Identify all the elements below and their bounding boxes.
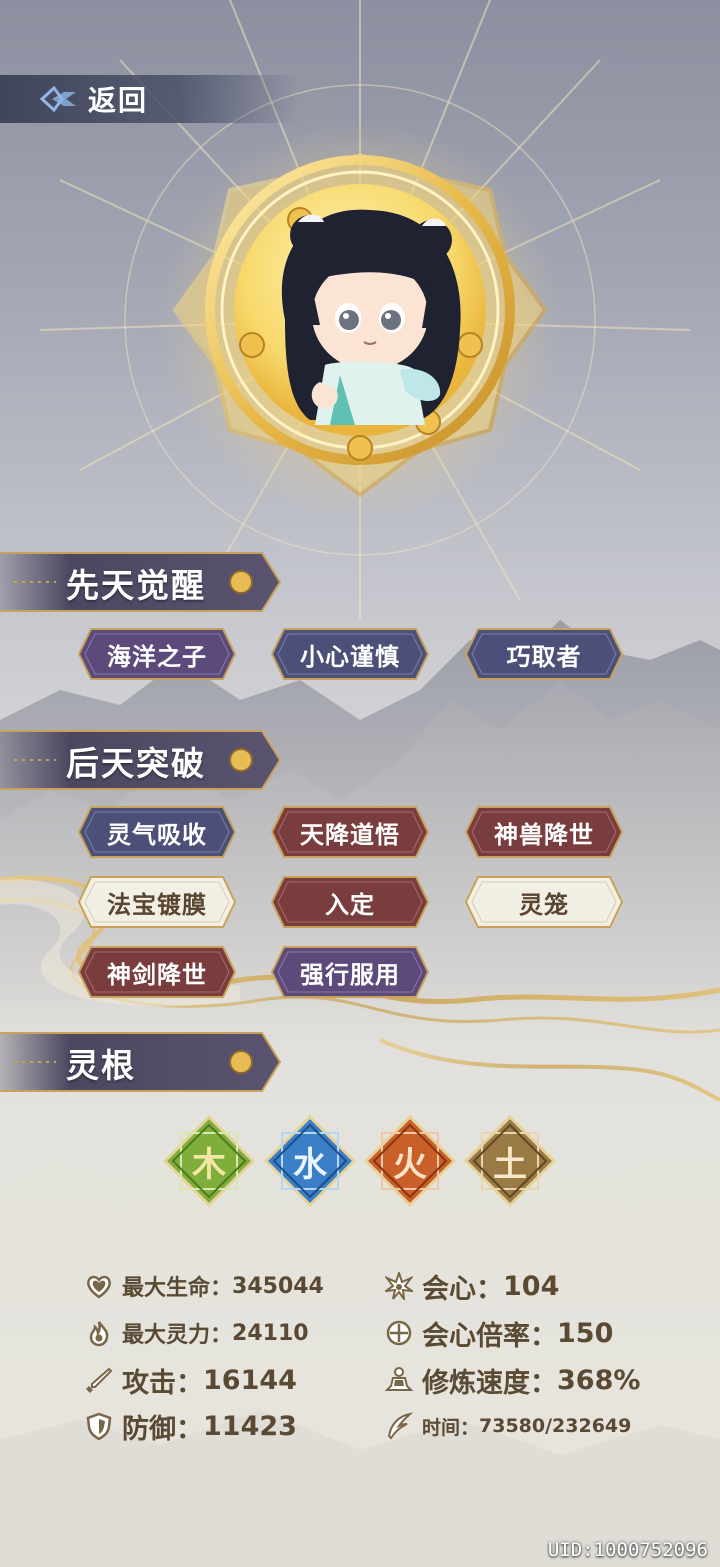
- target-icon: [384, 1318, 414, 1348]
- meditation-icon: [384, 1365, 414, 1395]
- innate-tag-2[interactable]: 小心谨慎: [270, 627, 430, 681]
- stat-label: 会心：: [422, 1273, 503, 1305]
- stat-value: 345044: [232, 1273, 324, 1299]
- stat-crit: 会心： 104: [384, 1266, 559, 1306]
- acquired-tag-5[interactable]: 入定: [270, 875, 430, 929]
- stat-value: 73580/232649: [479, 1415, 632, 1437]
- stat-crit-rate: 会心倍率： 150: [384, 1313, 613, 1353]
- back-arrow-icon: [32, 75, 84, 123]
- innate-tag-1[interactable]: 海洋之子: [77, 627, 237, 681]
- stat-label: 最大生命：: [122, 1276, 233, 1301]
- acquired-tag-label: 强行服用: [300, 960, 400, 989]
- stat-value: 104: [503, 1270, 560, 1302]
- stat-label: 攻击：: [122, 1367, 203, 1399]
- character-portrait[interactable]: [160, 150, 560, 510]
- acquired-tag-4[interactable]: 法宝镀膜: [77, 875, 237, 929]
- innate-tag-label: 巧取者: [506, 642, 582, 671]
- stat-label: 防御：: [122, 1413, 203, 1445]
- acquired-tag-label: 神兽降世: [494, 820, 594, 849]
- innate-tag-label: 海洋之子: [107, 642, 207, 671]
- stat-label: 会心倍率：: [422, 1320, 557, 1352]
- acquired-tag-label: 天降道悟: [300, 820, 400, 849]
- stat-value: 368%: [557, 1364, 641, 1396]
- section-spirit-root-title: 灵根: [66, 1046, 136, 1085]
- acquired-tag-label: 神剑降世: [107, 960, 207, 989]
- section-acquired-title: 后天突破: [66, 744, 206, 783]
- stat-cultivation-speed: 修炼速度： 368%: [384, 1360, 640, 1400]
- user-id: UID:1000752096: [547, 1539, 708, 1561]
- fire-element-icon[interactable]: 火: [363, 1114, 457, 1208]
- earth-element-icon[interactable]: 土: [463, 1114, 557, 1208]
- stat-label: 最大灵力：: [122, 1323, 233, 1348]
- acquired-tag-7[interactable]: 神剑降世: [77, 945, 237, 999]
- element-char: 木: [192, 1144, 226, 1185]
- shield-icon: [84, 1411, 114, 1441]
- stat-attack: 攻击： 16144: [84, 1360, 297, 1400]
- acquired-tag-3[interactable]: 神兽降世: [464, 805, 624, 859]
- stat-defense: 防御： 11423: [84, 1406, 297, 1446]
- innate-tag-label: 小心谨慎: [300, 642, 400, 671]
- acquired-tag-label: 灵笼: [519, 890, 569, 919]
- acquired-tag-6[interactable]: 灵笼: [464, 875, 624, 929]
- acquired-tag-2[interactable]: 天降道悟: [270, 805, 430, 859]
- flame-icon: [84, 1318, 114, 1348]
- stat-label: 修炼速度：: [422, 1367, 557, 1399]
- section-innate-title: 先天觉醒: [66, 566, 206, 605]
- stat-label: 时间：: [422, 1416, 480, 1439]
- section-acquired-banner: 后天突破: [0, 729, 282, 791]
- portrait-frame: [172, 152, 548, 498]
- stat-value: 16144: [203, 1364, 297, 1396]
- sword-icon: [84, 1365, 114, 1395]
- section-innate-banner: 先天觉醒: [0, 551, 282, 613]
- stat-max-hp: 最大生命： 345044: [84, 1266, 324, 1306]
- acquired-tag-label: 入定: [325, 890, 375, 919]
- feather-icon: [384, 1411, 414, 1441]
- back-label: 返回: [88, 84, 149, 117]
- acquired-tag-1[interactable]: 灵气吸收: [77, 805, 237, 859]
- acquired-tag-label: 法宝镀膜: [107, 890, 207, 919]
- acquired-tag-label: 灵气吸收: [107, 820, 207, 849]
- stat-value: 24110: [232, 1320, 309, 1346]
- section-spirit-root-banner: 灵根: [0, 1031, 282, 1093]
- element-char: 土: [493, 1144, 527, 1185]
- stat-time: 时间： 73580/232649: [384, 1406, 631, 1446]
- stat-value: 11423: [203, 1410, 297, 1442]
- burst-icon: [384, 1271, 414, 1301]
- water-element-icon[interactable]: 水: [263, 1114, 357, 1208]
- stat-max-spirit: 最大灵力： 24110: [84, 1313, 309, 1353]
- element-char: 水: [293, 1144, 327, 1185]
- back-button[interactable]: 返回: [0, 75, 300, 123]
- stat-value: 150: [557, 1317, 614, 1349]
- innate-tag-3[interactable]: 巧取者: [464, 627, 624, 681]
- wood-element-icon[interactable]: 木: [162, 1114, 256, 1208]
- element-char: 火: [393, 1144, 427, 1185]
- acquired-tag-8[interactable]: 强行服用: [270, 945, 430, 999]
- heart-icon: [84, 1271, 114, 1301]
